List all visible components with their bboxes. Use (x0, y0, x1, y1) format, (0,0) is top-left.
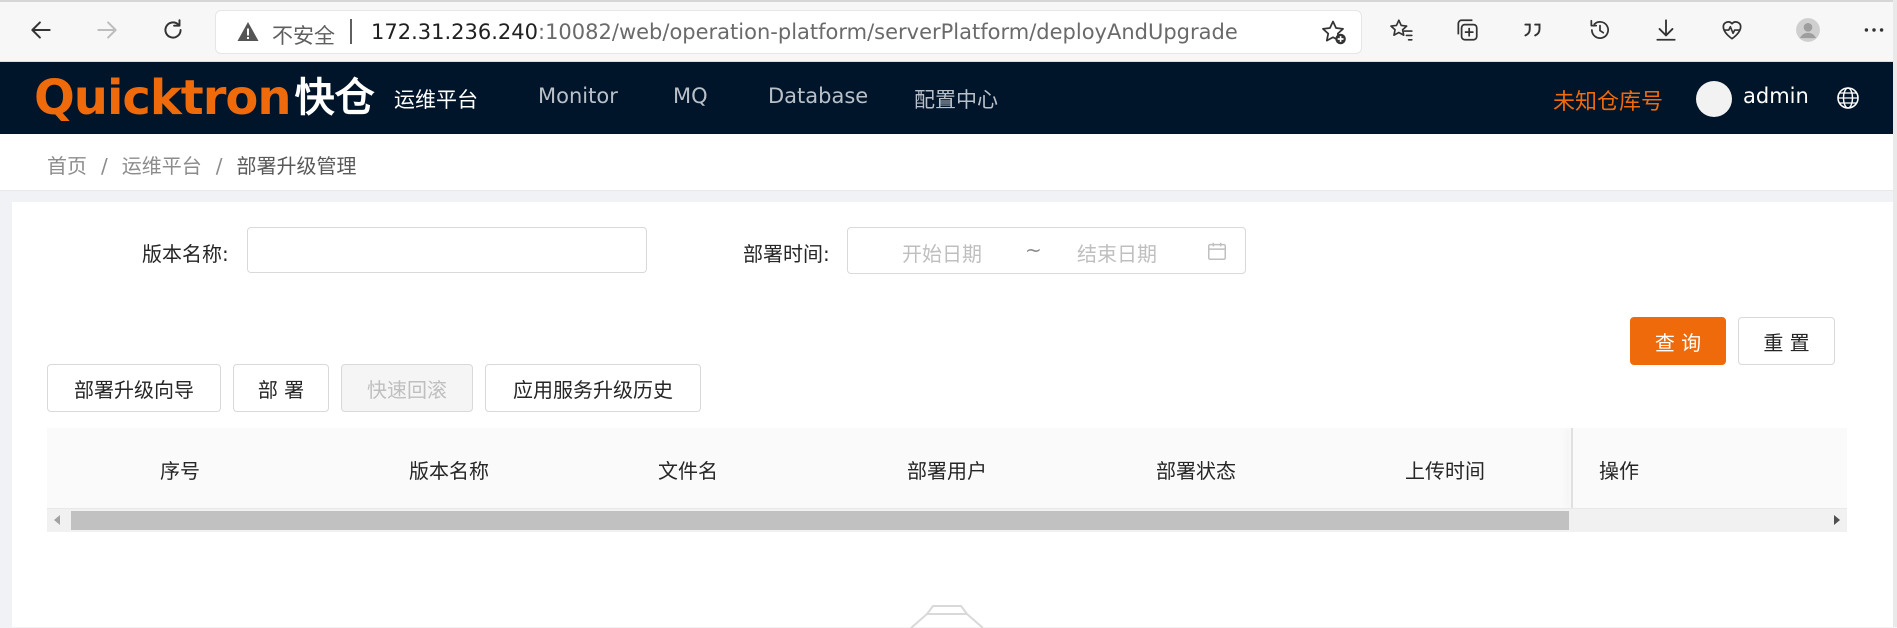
deploy-time-label: 部署时间: (743, 242, 830, 266)
address-bar[interactable]: 不安全 172.31.236.240:10082/web/operation-p… (215, 10, 1362, 54)
back-icon[interactable] (25, 14, 57, 46)
window-right-edge (1893, 0, 1897, 627)
url-host: 172.31.236.240 (371, 20, 538, 44)
fixed-column-divider (1571, 428, 1573, 508)
quick-rollback-button: 快速回滚 (341, 364, 473, 412)
range-separator: ~ (1025, 238, 1042, 262)
start-date-input[interactable]: 开始日期 (902, 238, 982, 267)
calendar-icon (1208, 242, 1226, 260)
breadcrumb-separator: / (101, 154, 108, 178)
health-icon[interactable] (1716, 14, 1748, 46)
security-label[interactable]: 不安全 (272, 20, 335, 50)
url-path: :10082/web/operation-platform/serverPlat… (538, 20, 1238, 44)
table-horizontal-scrollbar[interactable] (47, 509, 1847, 532)
deploy-wizard-button[interactable]: 部署升级向导 (47, 364, 221, 412)
nav-item-mq[interactable]: MQ (673, 84, 708, 108)
column-header-deploy-status[interactable]: 部署状态 (1156, 455, 1236, 484)
username[interactable]: admin (1743, 84, 1809, 108)
reset-button[interactable]: 重 置 (1738, 317, 1835, 365)
logo-text-en: Quicktron (34, 70, 292, 126)
breadcrumb-ops-platform[interactable]: 运维平台 (122, 154, 202, 178)
browser-toolbar: 不安全 172.31.236.240:10082/web/operation-p… (0, 0, 1897, 62)
nav-item-database[interactable]: Database (768, 84, 868, 108)
version-name-input[interactable] (247, 227, 647, 273)
collections-icon[interactable] (1451, 14, 1483, 46)
address-separator (350, 19, 352, 44)
scroll-left-arrow-icon[interactable] (54, 515, 60, 525)
column-header-file-name[interactable]: 文件名 (658, 455, 718, 484)
column-header-actions[interactable]: 操作 (1599, 455, 1639, 484)
warehouse-selector[interactable]: 未知仓库号 (1553, 84, 1663, 116)
empty-data-icon (910, 605, 984, 628)
favorites-icon[interactable] (1385, 14, 1417, 46)
quicktron-logo[interactable]: Quicktron 快仓 (34, 70, 375, 126)
refresh-icon[interactable] (157, 14, 189, 46)
scroll-right-arrow-icon[interactable] (1834, 515, 1840, 525)
column-header-deploy-user[interactable]: 部署用户 (907, 455, 987, 484)
logo-text-cn: 快仓 (294, 75, 375, 121)
profile-icon[interactable] (1792, 14, 1824, 46)
forward-icon[interactable] (91, 14, 123, 46)
deploy-button[interactable]: 部 署 (233, 364, 329, 412)
breadcrumb-home[interactable]: 首页 (47, 154, 87, 178)
version-name-label: 版本名称: (142, 242, 229, 266)
tab-strip-edge (0, 0, 1897, 2)
url-text[interactable]: 172.31.236.240:10082/web/operation-platf… (371, 20, 1238, 44)
avatar[interactable] (1696, 81, 1732, 117)
breadcrumb-current: 部署升级管理 (236, 154, 357, 178)
warning-icon[interactable] (236, 20, 260, 44)
nav-item-config-center[interactable]: 配置中心 (914, 84, 998, 114)
column-header-upload-time[interactable]: 上传时间 (1405, 455, 1485, 484)
query-button[interactable]: 查 询 (1630, 317, 1726, 365)
app-header: Quicktron 快仓 运维平台 Monitor MQ Database 配置… (0, 62, 1897, 134)
add-favorite-icon[interactable] (1319, 18, 1347, 46)
more-icon[interactable] (1858, 14, 1890, 46)
column-header-version-name[interactable]: 版本名称 (409, 455, 489, 484)
deploy-time-range-picker[interactable]: 开始日期 ~ 结束日期 (847, 227, 1246, 274)
history-icon[interactable] (1584, 14, 1616, 46)
breadcrumb-bar: 首页 / 运维平台 / 部署升级管理 (0, 134, 1897, 191)
breadcrumb: 首页 / 运维平台 / 部署升级管理 (47, 150, 357, 179)
download-icon[interactable] (1650, 14, 1682, 46)
nav-item-monitor[interactable]: Monitor (538, 84, 618, 108)
column-header-index[interactable]: 序号 (160, 455, 200, 484)
scrollbar-thumb[interactable] (71, 511, 1569, 530)
breadcrumb-separator: / (215, 154, 223, 178)
table-header: 序号 版本名称 文件名 部署用户 部署状态 上传时间 操作 (47, 428, 1847, 509)
nav-item-ops-platform[interactable]: 运维平台 (394, 84, 478, 114)
globe-icon[interactable] (1836, 86, 1860, 110)
upgrade-history-button[interactable]: 应用服务升级历史 (485, 364, 701, 412)
quote-icon[interactable] (1517, 14, 1549, 46)
end-date-input[interactable]: 结束日期 (1077, 238, 1157, 267)
